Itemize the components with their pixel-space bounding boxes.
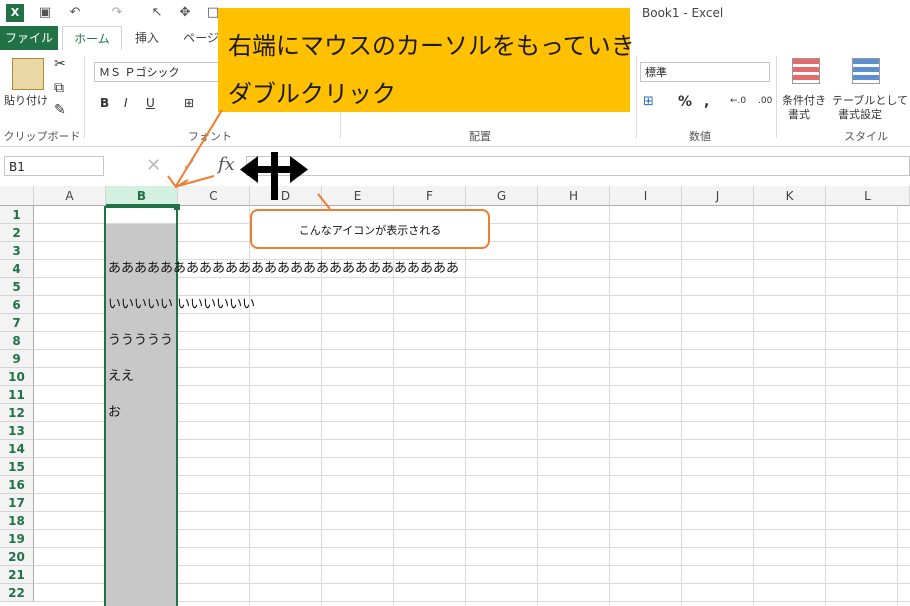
callout-box: こんなアイコンが表示される [250, 209, 490, 249]
annotation-overlay [167, 109, 331, 210]
callout-text: こんなアイコンが表示される [298, 224, 442, 237]
annotation-arrow-line2 [177, 175, 215, 187]
column-resize-cursor-icon [240, 152, 308, 200]
callout-pointer [317, 193, 331, 210]
annotation-arrow-line [175, 109, 223, 187]
